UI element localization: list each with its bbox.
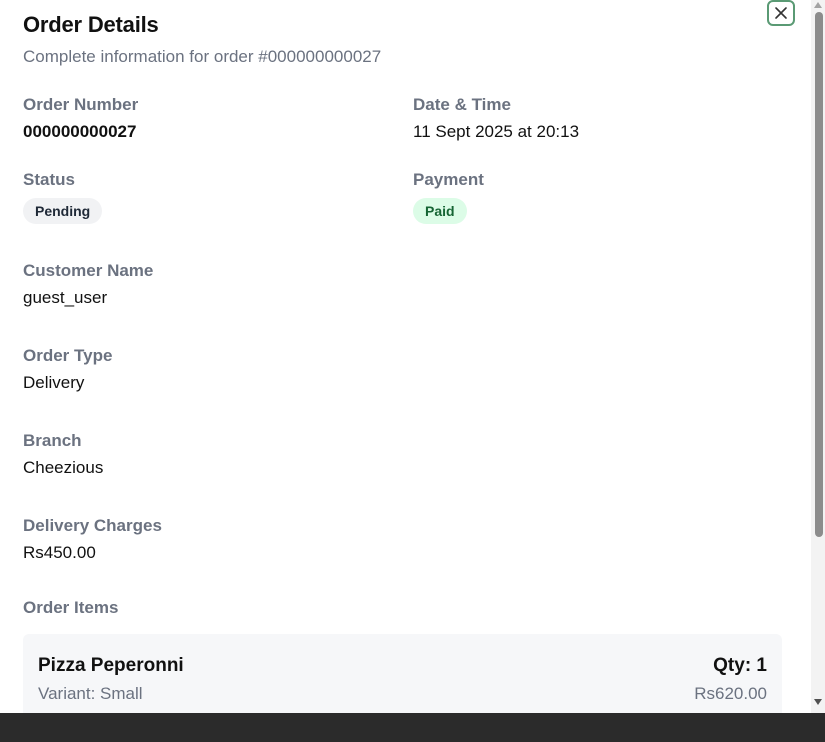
item-quantity: Qty: 1 xyxy=(713,655,767,676)
order-type-label: Order Type xyxy=(23,346,113,365)
scrollbar-thumb[interactable] xyxy=(815,12,823,537)
date-time-value: 11 Sept 2025 at 20:13 xyxy=(413,122,580,141)
dialog-subtitle: Complete information for order #00000000… xyxy=(23,47,382,66)
order-details-dialog: Order Details Complete information for o… xyxy=(0,0,811,713)
item-name: Pizza Peperonni xyxy=(38,655,184,676)
item-variant: Variant: Small xyxy=(38,684,143,703)
customer-name-value: guest_user xyxy=(23,288,108,307)
close-icon xyxy=(775,7,787,19)
dialog-title: Order Details xyxy=(23,12,159,37)
status-label: Status xyxy=(23,170,75,189)
order-item-card: Pizza Peperonni Qty: 1 Variant: Small Rs… xyxy=(23,634,782,713)
close-button[interactable] xyxy=(767,0,795,26)
delivery-charges-value: Rs450.00 xyxy=(23,543,96,562)
order-type-value: Delivery xyxy=(23,373,85,392)
payment-label: Payment xyxy=(413,170,484,189)
scroll-up-arrow-icon[interactable] xyxy=(814,2,822,8)
scroll-down-arrow-icon[interactable] xyxy=(814,699,822,705)
branch-label: Branch xyxy=(23,431,82,450)
taskbar xyxy=(0,713,825,742)
item-price: Rs620.00 xyxy=(694,684,767,703)
date-time-label: Date & Time xyxy=(413,95,511,114)
delivery-charges-label: Delivery Charges xyxy=(23,516,162,535)
payment-badge: Paid xyxy=(413,198,467,224)
branch-value: Cheezious xyxy=(23,458,104,477)
customer-name-label: Customer Name xyxy=(23,261,154,280)
order-number-label: Order Number xyxy=(23,95,139,114)
status-badge: Pending xyxy=(23,198,103,224)
vertical-scrollbar[interactable] xyxy=(811,0,825,713)
order-number-value: 000000000027 xyxy=(23,122,137,141)
order-items-label: Order Items xyxy=(23,598,119,617)
